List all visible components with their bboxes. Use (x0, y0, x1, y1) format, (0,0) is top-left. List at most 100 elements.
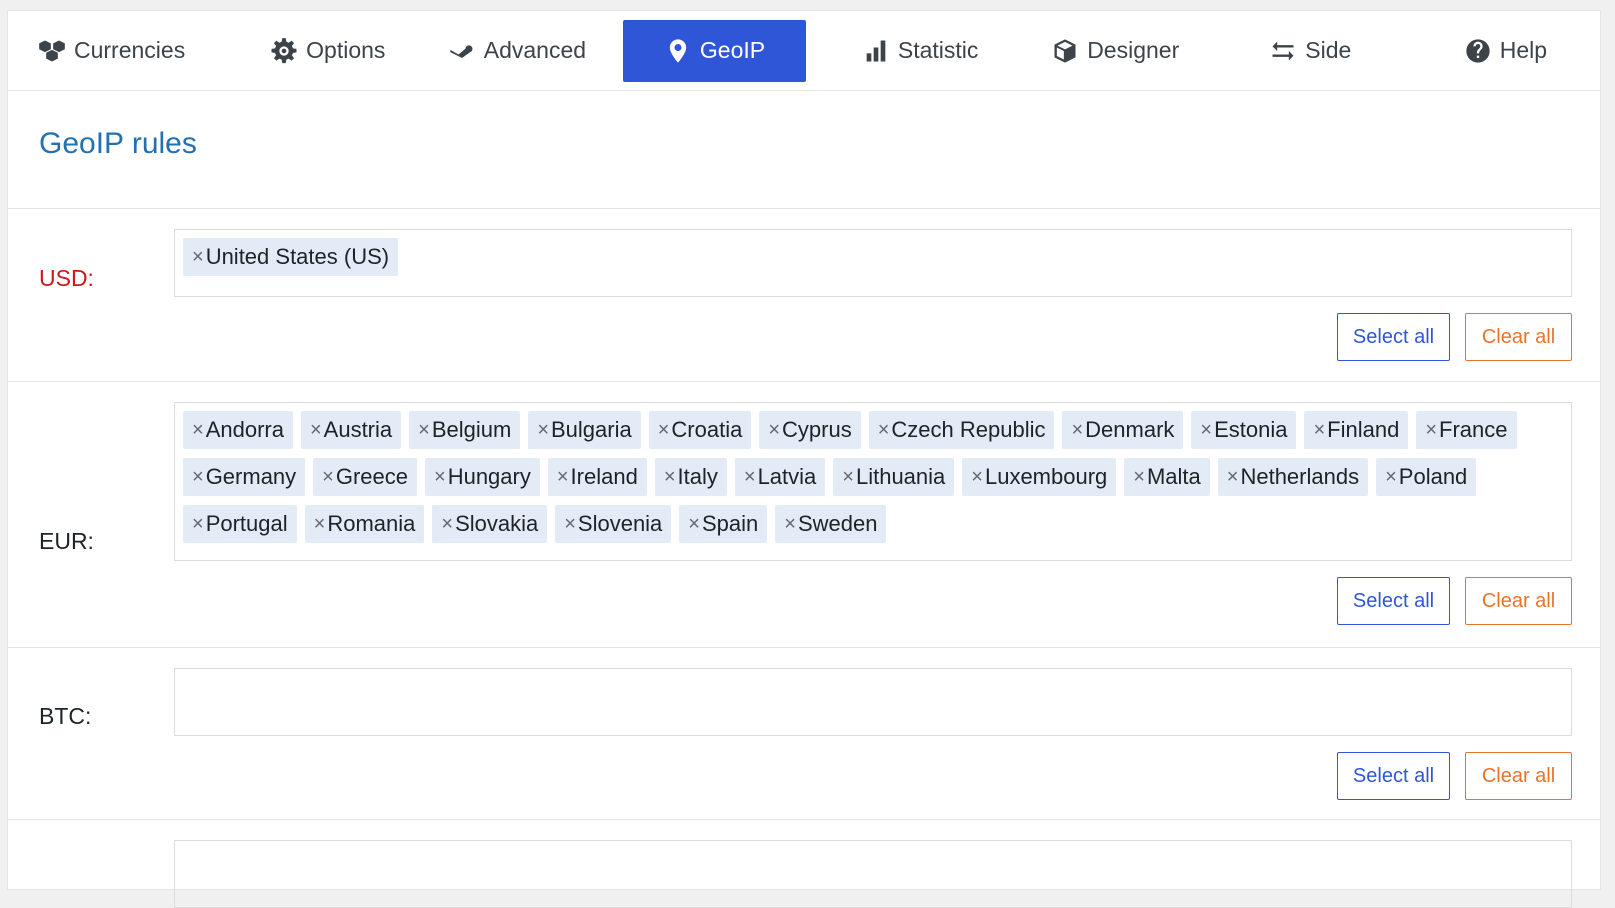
country-tag-label: Netherlands (1240, 464, 1360, 489)
country-tag: × Andorra (183, 411, 293, 449)
remove-tag-icon[interactable]: × (744, 466, 756, 489)
remove-tag-icon[interactable]: × (1425, 419, 1437, 442)
remove-tag-icon[interactable]: × (658, 419, 670, 442)
remove-tag-icon[interactable]: × (434, 466, 446, 489)
remove-tag-icon[interactable]: × (971, 466, 983, 489)
tab-label: Help (1499, 37, 1548, 63)
remove-tag-icon[interactable]: × (1313, 419, 1325, 442)
map-pin-icon (669, 38, 687, 63)
country-tag: × Germany (183, 458, 306, 496)
select-all-button[interactable]: Select all (1337, 577, 1450, 625)
country-tag-label: Czech Republic (891, 417, 1046, 442)
tab-label: Statistic (897, 37, 979, 63)
country-tag: × Bulgaria (528, 411, 641, 449)
tab-side[interactable]: Side (1216, 20, 1405, 82)
clear-all-button[interactable]: Clear all (1465, 752, 1572, 800)
country-tag-label: Lithuania (855, 464, 946, 489)
country-tag: × Slovakia (432, 505, 548, 543)
country-tag-label: Finland (1327, 417, 1400, 442)
country-tag-label: Luxembourg (984, 464, 1108, 489)
tab-label: GeoIP (699, 37, 766, 63)
country-tag: × Portugal (183, 505, 297, 543)
country-select[interactable] (174, 840, 1572, 908)
remove-tag-icon[interactable]: × (557, 466, 569, 489)
remove-tag-icon[interactable]: × (688, 513, 700, 536)
remove-tag-icon[interactable]: × (537, 419, 549, 442)
country-tag-label: Ireland (570, 464, 638, 489)
remove-tag-icon[interactable]: × (192, 419, 204, 442)
clear-all-button[interactable]: Clear all (1465, 313, 1572, 361)
country-tag: × Luxembourg (962, 458, 1117, 496)
tab-statistic[interactable]: Statistic (826, 20, 1015, 82)
gear-icon (271, 37, 297, 63)
country-tag-label: Slovenia (577, 511, 663, 536)
country-tag-label: Romania (327, 511, 416, 536)
country-tag: × Hungary (425, 458, 540, 496)
select-all-button[interactable]: Select all (1337, 752, 1450, 800)
country-tag: × Czech Republic (868, 411, 1055, 449)
tab-options[interactable]: Options (233, 20, 422, 82)
currency-label: BTC: (39, 703, 92, 729)
country-tag-label: Bulgaria (551, 417, 632, 442)
remove-tag-icon[interactable]: × (192, 466, 204, 489)
remove-tag-icon[interactable]: × (664, 466, 676, 489)
country-tag-label: United States (US) (205, 244, 390, 269)
page-heading: GeoIP rules (8, 91, 1600, 209)
country-tag-label: Andorra (205, 417, 284, 442)
tab-designer[interactable]: Designer (1021, 20, 1210, 82)
remove-tag-icon[interactable]: × (1071, 419, 1083, 442)
country-tag-label: Portugal (205, 511, 288, 536)
remove-tag-icon[interactable]: × (418, 419, 430, 442)
tab-bar: Currencies Options Advanced GeoIP Statis… (8, 11, 1600, 91)
country-select[interactable] (174, 668, 1572, 736)
tab-geoip[interactable]: GeoIP (623, 19, 806, 82)
remove-tag-icon[interactable]: × (878, 419, 890, 442)
rule-row-btc: BTC: Select all Clear all (8, 648, 1600, 820)
country-tag: × Lithuania (833, 458, 955, 496)
question-circle-icon (1466, 38, 1490, 63)
rule-actions: Select all Clear all (174, 577, 1572, 625)
bar-chart-icon (866, 40, 886, 61)
select-all-button[interactable]: Select all (1337, 313, 1450, 361)
country-select[interactable]: × Andorra × Austria × Belgium × Bulgaria × Croati… (174, 402, 1572, 561)
remove-tag-icon[interactable]: × (1385, 466, 1397, 489)
currency-label: USD: (39, 265, 94, 291)
country-tag: × Denmark (1062, 411, 1184, 449)
rule-row-eur: EUR: × Andorra × Austria × Belgium × Bulgaria × C… (8, 382, 1600, 648)
remove-tag-icon[interactable]: × (1227, 466, 1239, 489)
remove-tag-icon[interactable]: × (784, 513, 796, 536)
country-tag-label: Belgium (431, 417, 512, 442)
remove-tag-icon[interactable]: × (322, 466, 334, 489)
remove-tag-icon[interactable]: × (441, 513, 453, 536)
tab-advanced[interactable]: Advanced (422, 20, 611, 82)
remove-tag-icon[interactable]: × (842, 466, 854, 489)
tab-currencies[interactable]: Currencies (22, 20, 191, 82)
country-tag: × Sweden (775, 505, 887, 543)
remove-tag-icon[interactable]: × (1133, 466, 1145, 489)
country-tag-label: Cyprus (782, 417, 852, 442)
country-tag: × Estonia (1191, 411, 1297, 449)
remove-tag-icon[interactable]: × (192, 246, 204, 269)
remove-tag-icon[interactable]: × (310, 419, 322, 442)
rule-row-next (8, 820, 1600, 908)
tab-help[interactable]: Help (1411, 20, 1600, 82)
remove-tag-icon[interactable]: × (564, 513, 576, 536)
country-tag-label: Spain (701, 511, 759, 536)
remove-tag-icon[interactable]: × (1200, 419, 1212, 442)
clear-all-button[interactable]: Clear all (1465, 577, 1572, 625)
remove-tag-icon[interactable]: × (314, 513, 326, 536)
country-tag: × Netherlands (1217, 458, 1369, 496)
country-tag-label: Hungary (447, 464, 531, 489)
country-tag: × Ireland (547, 458, 647, 496)
country-tag-label: France (1439, 417, 1508, 442)
country-tag: × Croatia (648, 411, 752, 449)
country-tag: × Finland (1304, 411, 1409, 449)
country-select[interactable]: × United States (US) (174, 229, 1572, 297)
remove-tag-icon[interactable]: × (192, 513, 204, 536)
country-tag-label: Austria (323, 417, 393, 442)
country-tag-label: Croatia (671, 417, 743, 442)
remove-tag-icon[interactable]: × (768, 419, 780, 442)
currency-label: EUR: (39, 528, 94, 554)
country-tag: × Latvia (734, 458, 826, 496)
tab-label: Options (306, 37, 386, 63)
